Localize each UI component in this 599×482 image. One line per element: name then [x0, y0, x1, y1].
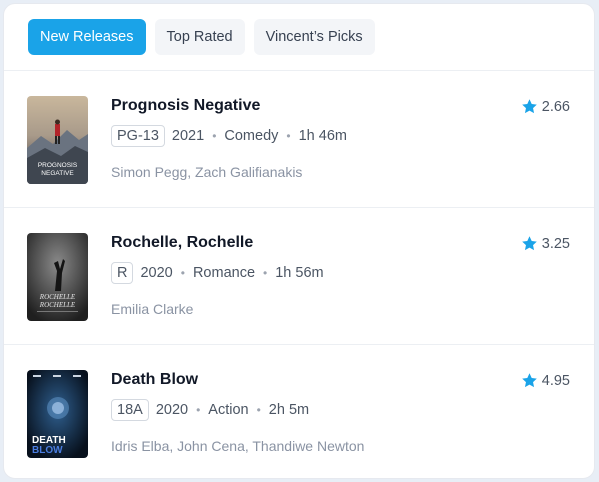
movie-genre: Action	[208, 402, 249, 418]
movie-rating: 4.95	[521, 372, 570, 389]
movie-runtime: 1h 56m	[275, 265, 324, 281]
poster-title-line2: NEGATIVE	[41, 170, 74, 177]
star-icon	[521, 236, 537, 251]
separator-dot: •	[286, 129, 291, 143]
movie-genre: Comedy	[224, 128, 279, 144]
movie-row[interactable]: ROCHELLE ROCHELLE Rochelle, Rochelle R 2…	[4, 208, 594, 345]
movie-row[interactable]: PROGNOSIS NEGATIVE Prognosis Negative PG…	[4, 71, 594, 208]
movie-year: 2020	[155, 402, 189, 418]
separator-dot: •	[212, 129, 217, 143]
movie-year: 2021	[171, 128, 205, 144]
movie-meta: R 2020 • Romance • 1h 56m	[111, 262, 324, 284]
movie-runtime: 1h 46m	[298, 128, 347, 144]
separator-dot: •	[256, 403, 261, 417]
movie-rating: 2.66	[521, 98, 570, 115]
poster-title-line1: PROGNOSIS	[38, 162, 78, 169]
movie-meta: PG-13 2021 • Comedy • 1h 46m	[111, 125, 347, 147]
movie-rating: 3.25	[521, 235, 570, 252]
movie-score: 3.25	[541, 235, 570, 252]
movie-title[interactable]: Prognosis Negative	[111, 97, 260, 115]
movie-cast: Emilia Clarke	[111, 301, 194, 317]
movie-poster: PROGNOSIS NEGATIVE	[27, 96, 88, 184]
movie-poster: DEATH BLOW	[27, 370, 88, 458]
movie-title[interactable]: Rochelle, Rochelle	[111, 234, 253, 252]
movie-score: 4.95	[541, 372, 570, 389]
tab-vincents-picks[interactable]: Vincent’s Picks	[253, 19, 375, 55]
movie-cast: Simon Pegg, Zach Galifianakis	[111, 164, 303, 180]
movie-score: 2.66	[541, 98, 570, 115]
movie-runtime: 2h 5m	[268, 402, 310, 418]
movie-list-card: New Releases Top Rated Vincent’s Picks P…	[3, 3, 595, 479]
movie-genre: Romance	[192, 265, 256, 281]
separator-dot: •	[180, 266, 185, 280]
star-icon	[521, 373, 537, 388]
poster-title-line2: BLOW	[32, 445, 63, 456]
tab-new-releases[interactable]: New Releases	[28, 19, 146, 55]
star-icon	[521, 99, 537, 114]
poster-title-line2: ROCHELLE	[39, 301, 76, 309]
movie-meta: 18A 2020 • Action • 2h 5m	[111, 399, 309, 421]
movie-cast: Idris Elba, John Cena, Thandiwe Newton	[111, 438, 365, 454]
content-rating-badge: PG-13	[111, 125, 165, 147]
movie-poster: ROCHELLE ROCHELLE	[27, 233, 88, 321]
separator-dot: •	[263, 266, 268, 280]
poster-title-line1: ROCHELLE	[39, 293, 76, 301]
separator-dot: •	[196, 403, 201, 417]
movie-title[interactable]: Death Blow	[111, 371, 198, 389]
movie-year: 2020	[140, 265, 173, 281]
tab-bar: New Releases Top Rated Vincent’s Picks	[4, 4, 594, 71]
content-rating-badge: R	[111, 262, 134, 284]
movie-row[interactable]: DEATH BLOW Death Blow 18A 2020 • Action …	[4, 345, 594, 478]
tab-top-rated[interactable]: Top Rated	[154, 19, 245, 55]
content-rating-badge: 18A	[111, 399, 149, 421]
